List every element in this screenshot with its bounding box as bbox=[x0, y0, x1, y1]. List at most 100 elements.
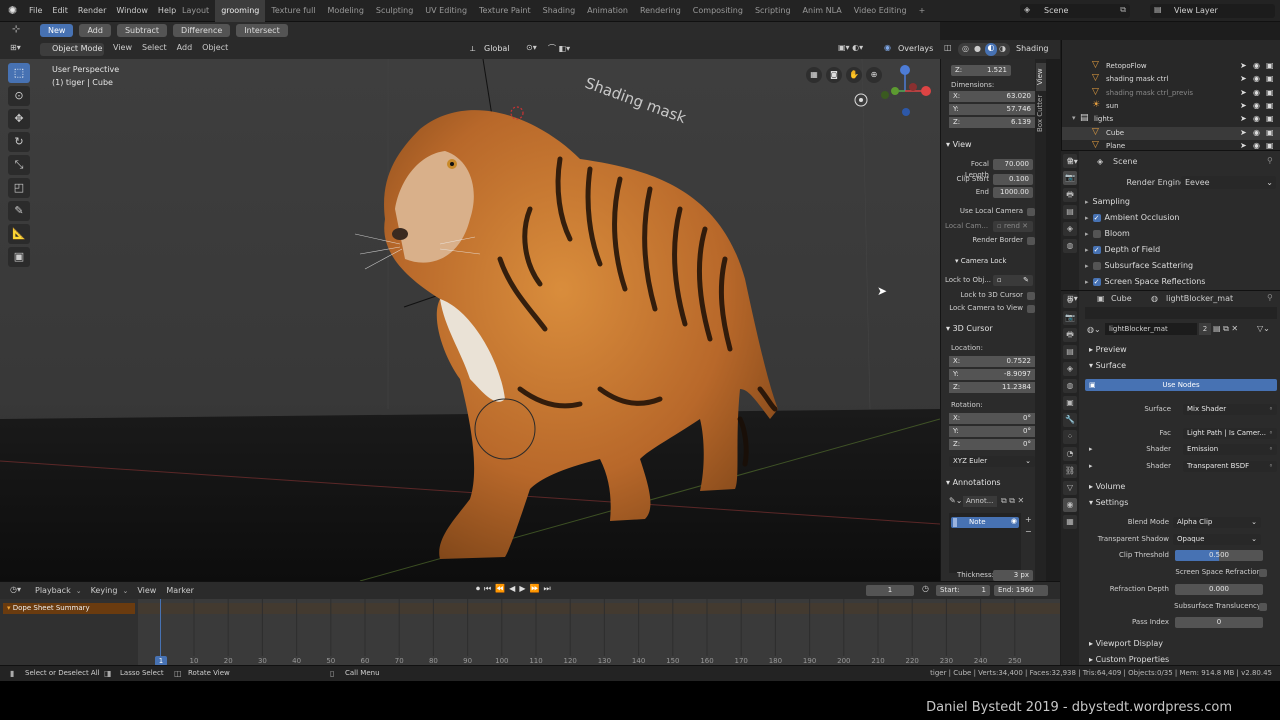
render-camera-icon[interactable]: ▣ bbox=[1266, 101, 1274, 110]
annotations-section-header[interactable]: ▾ Annotations bbox=[946, 477, 1001, 489]
section-depth-of-field[interactable]: ▸ ✓ Depth of Field bbox=[1085, 243, 1275, 256]
location-y-field[interactable]: Y: -8.9097 bbox=[949, 369, 1035, 380]
restrict-select-icon[interactable]: ➤ bbox=[1240, 101, 1247, 110]
rotate-tool-icon[interactable]: ↻ bbox=[8, 132, 30, 152]
gizmo-icon[interactable]: ▣▾ ◐▾ bbox=[838, 43, 863, 52]
physics-tab-icon[interactable]: ◔ bbox=[1063, 447, 1077, 461]
visibility-eye-icon[interactable]: ◉ bbox=[1253, 114, 1260, 123]
overlays-icon[interactable]: ◉ bbox=[884, 43, 891, 52]
fac-input-field[interactable]: Light Path | Is Camer... ◦ bbox=[1183, 428, 1277, 439]
material-browse-icon[interactable]: ◍⌄ bbox=[1087, 325, 1101, 334]
outliner-item-sun[interactable]: ☀ sun ➤ ◉ ▣ bbox=[1062, 100, 1280, 113]
render-camera-icon[interactable]: ▣ bbox=[1266, 128, 1274, 137]
material-slot-list[interactable] bbox=[1085, 307, 1277, 319]
preview-section[interactable]: ▸ Preview bbox=[1089, 343, 1127, 356]
zoom-icon[interactable]: ⊕ bbox=[866, 67, 882, 83]
menu-file[interactable]: File bbox=[24, 0, 47, 22]
annotation-layer-note[interactable]: Note ◉ bbox=[951, 517, 1019, 528]
eyedropper-icon[interactable]: ✎ bbox=[1023, 275, 1029, 286]
timeline-menu-marker[interactable]: Marker bbox=[161, 582, 199, 599]
shader2-field[interactable]: Transparent BSDF ◦ bbox=[1183, 461, 1277, 472]
pass-index-field[interactable]: 0 bbox=[1175, 617, 1263, 628]
dimensions-x-field[interactable]: X: 63.020 bbox=[949, 91, 1035, 102]
shading-dropdown[interactable]: Shading bbox=[1016, 44, 1049, 53]
annotation-name[interactable]: Annot... bbox=[963, 496, 997, 507]
jump-end-icon[interactable]: ⏭ bbox=[543, 584, 550, 594]
expand-icon[interactable]: ▸ bbox=[1085, 246, 1089, 254]
timeline-menu-view[interactable]: View bbox=[132, 582, 161, 599]
section-checkbox[interactable] bbox=[1092, 261, 1101, 270]
shader1-field[interactable]: Emission ◦ bbox=[1183, 444, 1277, 455]
workspace-tab-modeling[interactable]: Modeling bbox=[322, 0, 370, 22]
next-keyframe-icon[interactable]: ⏩ bbox=[529, 584, 539, 594]
clip-start-field[interactable]: 0.100 bbox=[993, 174, 1033, 185]
menu-render[interactable]: Render bbox=[73, 0, 111, 22]
texture-tab-icon[interactable]: ▦ bbox=[1063, 515, 1077, 529]
volume-section[interactable]: ▸ Volume bbox=[1089, 480, 1125, 493]
properties-editor-icon[interactable]: ⊞▾ bbox=[1067, 157, 1078, 166]
restrict-select-icon[interactable]: ➤ bbox=[1240, 88, 1247, 97]
expand-icon[interactable]: ▸ bbox=[1085, 198, 1089, 206]
editor-type-icon[interactable]: ⊞▾ bbox=[10, 43, 21, 52]
restrict-select-icon[interactable]: ➤ bbox=[1240, 114, 1247, 123]
view-layer-tab-icon[interactable]: ▤ bbox=[1063, 205, 1077, 219]
mode-subtract-button[interactable]: Subtract bbox=[116, 24, 168, 37]
material-actions-icon[interactable]: ▤ ⧉ ✕ bbox=[1213, 324, 1238, 334]
current-frame-field[interactable]: 1 bbox=[866, 585, 914, 596]
workspace-tab-video-editing[interactable]: Video Editing bbox=[848, 0, 913, 22]
location-z-field[interactable]: Z: 11.2384 bbox=[949, 382, 1035, 393]
shader2-expand-icon[interactable]: ▸ bbox=[1089, 461, 1093, 472]
view-section-header[interactable]: ▾ View bbox=[946, 139, 972, 151]
rotation-x-field[interactable]: X: 0° bbox=[949, 413, 1035, 424]
lock-camera-to-view-checkbox[interactable] bbox=[1027, 305, 1035, 313]
dimensions-z-field[interactable]: Z: 6.139 bbox=[949, 117, 1035, 128]
3d-viewport[interactable]: Shading mask User Perspective (1) tiger … bbox=[0, 59, 940, 581]
visibility-eye-icon[interactable]: ◉ bbox=[1253, 101, 1260, 110]
pan-hand-icon[interactable]: ✋ bbox=[846, 67, 862, 83]
workspace-tab-anim-nla[interactable]: Anim NLA bbox=[797, 0, 848, 22]
data-tab-icon[interactable]: ▽ bbox=[1063, 481, 1077, 495]
camera-lock-header[interactable]: ▾ Camera Lock bbox=[955, 255, 1006, 267]
refraction-depth-field[interactable]: 0.000 bbox=[1175, 584, 1263, 595]
world-tab-icon[interactable]: ◍ bbox=[1063, 239, 1077, 253]
use-nodes-button[interactable]: ▣ Use Nodes bbox=[1085, 379, 1277, 391]
workspace-tab-add[interactable]: + bbox=[913, 0, 932, 22]
measure-tool-icon[interactable]: 📐 bbox=[8, 224, 30, 244]
section-screen-space-reflections[interactable]: ▸ ✓ Screen Space Reflections bbox=[1085, 275, 1275, 288]
focal-length-field[interactable]: 70.000 bbox=[993, 159, 1033, 170]
viewport-menu-add[interactable]: Add bbox=[172, 37, 198, 59]
blend-mode-dropdown[interactable]: Alpha Clip ⌄ bbox=[1173, 517, 1261, 528]
expand-icon[interactable]: ▸ bbox=[1085, 262, 1089, 270]
workspace-tab-sculpting[interactable]: Sculpting bbox=[370, 0, 419, 22]
outliner-item-shading-mask-ctrl-previs[interactable]: ▽ shading mask ctrl_previs ➤ ◉ ▣ bbox=[1062, 87, 1280, 100]
visibility-eye-icon[interactable]: ◉ bbox=[1253, 141, 1260, 150]
settings-section[interactable]: ▾ Settings bbox=[1089, 496, 1128, 509]
solid-icon[interactable]: ● bbox=[974, 44, 981, 53]
shading-mode-buttons[interactable]: ◎ ● ◐ ◑ bbox=[958, 43, 1010, 56]
rotation-y-field[interactable]: Y: 0° bbox=[949, 426, 1035, 437]
visibility-eye-icon[interactable]: ◉ bbox=[1253, 61, 1260, 70]
lock-to-object-field[interactable]: ▫ ✎ bbox=[993, 275, 1033, 286]
clock-icon[interactable]: ◷ bbox=[922, 584, 929, 593]
jump-start-icon[interactable]: ⏮ bbox=[484, 584, 491, 594]
lock-to-cursor-checkbox[interactable] bbox=[1027, 292, 1035, 300]
visibility-eye-icon[interactable]: ◉ bbox=[1253, 74, 1260, 83]
surface-shader-field[interactable]: Mix Shader ◦ bbox=[1183, 404, 1277, 415]
visibility-eye-icon[interactable]: ◉ bbox=[1253, 88, 1260, 97]
summary-expand-icon[interactable]: ▾ bbox=[7, 604, 11, 612]
section-checkbox[interactable] bbox=[1092, 229, 1101, 238]
render-engine-dropdown[interactable]: Eevee ⌄ bbox=[1181, 176, 1276, 189]
tab-box-cutter[interactable]: Box Cutter bbox=[1036, 93, 1046, 133]
material-preview-icon[interactable]: ◐ bbox=[985, 43, 997, 56]
prev-keyframe-icon[interactable]: ⏪ bbox=[495, 584, 505, 594]
menu-edit[interactable]: Edit bbox=[47, 0, 73, 22]
rotation-mode-dropdown[interactable]: XYZ Euler ⌄ bbox=[949, 456, 1035, 467]
viewport-display-section[interactable]: ▸ Viewport Display bbox=[1089, 637, 1163, 650]
section-sampling[interactable]: ▸ Sampling bbox=[1085, 195, 1275, 208]
restrict-select-icon[interactable]: ➤ bbox=[1240, 74, 1247, 83]
section-bloom[interactable]: ▸ Bloom bbox=[1085, 227, 1275, 240]
render-camera-icon[interactable]: ▣ bbox=[1266, 61, 1274, 70]
section-ambient-occlusion[interactable]: ▸ ✓ Ambient Occlusion bbox=[1085, 211, 1275, 224]
transform-tool-icon[interactable]: ◰ bbox=[8, 178, 30, 198]
cursor-tool-icon[interactable]: ⊙ bbox=[8, 86, 30, 106]
